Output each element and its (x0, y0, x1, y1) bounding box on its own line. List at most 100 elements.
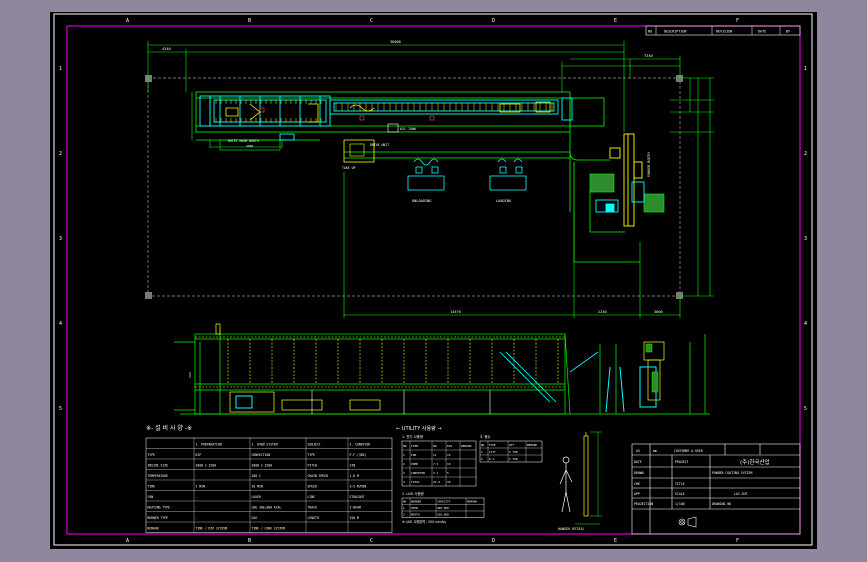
grid-col-c-bottom: C (370, 538, 373, 544)
table-cell: CONVECTION (252, 453, 271, 457)
dim-bottom-a: 14470 (450, 310, 461, 314)
rev-revision: REVISION (716, 30, 732, 34)
label-hoist-dim: 4000 (246, 144, 253, 148)
tb-project-label: PROJECT (675, 460, 689, 464)
table-cell: P.F.(3IN) (350, 453, 367, 457)
table-cell: 2 (403, 513, 405, 517)
tb-date-label: DATE (634, 460, 642, 464)
table-cell: TYPE (489, 443, 496, 447)
table-cell: 1 (481, 450, 483, 454)
plan-view: 36000 4340 7340 14470 2240 3000 HOIST RO… (145, 40, 714, 318)
table-cell: KW (433, 444, 437, 448)
grid-col-b: B (248, 18, 251, 24)
grid-row-4: 4 (59, 321, 62, 327)
tb-drawing-no-label: DRAWING NO (712, 502, 731, 506)
dim-bottom-c: 3000 (654, 310, 663, 314)
table-cell: TIME / DIP SYSTEM (196, 526, 228, 530)
tb-approved-label: APP (634, 492, 640, 496)
label-drive-unit: DRIVE UNIT (370, 143, 389, 147)
tb-unit: mm (653, 449, 657, 453)
title-block (631, 443, 801, 535)
tb-drawn-label: DRAWN (634, 471, 644, 475)
table-cell: D.I. (489, 457, 496, 461)
table-cell: OVEN (411, 506, 418, 510)
table-cell: KVA (447, 444, 452, 448)
spec-title: ※- 설 비 사 양 -※ (146, 424, 192, 432)
table-cell: TEMPERATURE (148, 474, 169, 478)
table-cell: 11 (433, 453, 437, 457)
tb-sheet: A3 (636, 449, 640, 453)
booth-block-2 (643, 193, 665, 213)
tb-project: POWDER COATING SYSTEM (712, 471, 752, 475)
table-cell: 1 (403, 453, 405, 457)
label-powder-booth: POWDER BOOTH (647, 153, 651, 178)
grid-row-labels-left: 1 2 3 4 5 (59, 66, 62, 412)
table-cell: 1.0 M (350, 474, 359, 478)
table-cell: 10 (447, 462, 451, 466)
table-cell: 3 (403, 471, 405, 475)
table-cell: DIP (196, 453, 202, 457)
table-cell: 15 (447, 453, 451, 457)
tb-scale-label: SCALE (675, 492, 685, 496)
table-cell: 150 M (350, 516, 359, 520)
table-cell: TOTAL (411, 480, 420, 484)
utility-title: ← UTILITY 사용량 → (396, 425, 442, 432)
table-cell: FAN (148, 495, 154, 499)
table-cell: PUMP (411, 462, 418, 466)
water-title: 3. 용수 (480, 434, 491, 439)
grid-column-labels-top: A B C D E F (126, 18, 739, 24)
table-cell: STRAIGHT (350, 495, 365, 499)
grid-col-a-bottom: A (126, 538, 129, 544)
table-cell: 180 C (252, 474, 261, 478)
table-cell: TYPE (308, 453, 316, 457)
table-cell: HEATING TYPE (148, 505, 170, 509)
tb-company: (주)한국산업 (740, 458, 770, 466)
table-cell: 30 (447, 480, 451, 484)
table-cell: SUBJECT (308, 442, 321, 446)
table-cell: 22.2 (433, 480, 440, 484)
table-cell: CITY (489, 450, 496, 454)
table-cell: 7.5 (433, 462, 438, 466)
rev-description: DESCRIPTION (664, 30, 686, 34)
table-cell: TRACK (308, 505, 317, 509)
table-cell: REMARK (467, 500, 477, 504)
hanger-detail: HANGER DETAIL (558, 431, 602, 531)
rev-date: DATE (758, 30, 766, 34)
dim-overall: 36000 (390, 40, 401, 44)
grid-row-2-right: 2 (804, 151, 807, 157)
table-cell: - (196, 495, 198, 499)
cad-viewport[interactable]: A B C D E F A B C D E F 1 2 3 4 5 1 2 3 … (50, 12, 817, 549)
table-cell: - (196, 474, 198, 478)
utility-section: ← UTILITY 사용량 → 1. 전기 사용량 NO ITEM KW KVA REM… (396, 425, 543, 524)
table-cell: 5 (447, 471, 449, 475)
tb-title-label: TITLE (675, 482, 685, 486)
table-cell: 3~5 M/MIN (350, 484, 367, 488)
table-cell: REMARK (148, 526, 159, 530)
grid-column-labels-bottom: A B C D E F (126, 538, 739, 544)
grid-col-a: A (126, 18, 129, 24)
table-cell: 2 MIN (196, 484, 205, 488)
table-cell: - (196, 516, 198, 520)
hanger-label: HANGER DETAIL (558, 527, 585, 531)
electric-table: NO ITEM KW KVA REMARK 1 FAN 11 15 2 PUMP 7.5 10 3 CONV… (401, 440, 477, 487)
table-cell: GAS (252, 516, 258, 520)
layout-drawing: A B C D E F A B C D E F 1 2 3 4 5 1 2 3 … (53, 13, 813, 546)
table-cell: BURNER (411, 500, 421, 504)
table-cell: ITEM (411, 444, 418, 448)
revision-table: NO DESCRIPTION REVISION DATE BY (645, 25, 801, 36)
table-cell: BOOTH (411, 513, 420, 517)
grid-row-1: 1 (59, 66, 62, 72)
grid-row-4-right: 4 (804, 321, 807, 327)
tb-scale: 1/100 (675, 502, 685, 506)
table-cell: FAN (411, 453, 416, 457)
lng-title: 2. LNG 사용량 (402, 491, 424, 496)
table-cell: LNG 300,000 KCAL (252, 505, 282, 509)
tb-customer: CUSTOMER & USER (674, 449, 703, 453)
table-cell: REMARK (461, 444, 472, 448)
projection-symbol-icon (678, 516, 697, 528)
table-cell: CONVEYOR (411, 471, 425, 475)
table-cell: REMARK (527, 443, 537, 447)
elevation-view (174, 323, 710, 415)
label-unloading: UNLOADING (412, 199, 431, 203)
table-cell: 2 (481, 457, 483, 461)
